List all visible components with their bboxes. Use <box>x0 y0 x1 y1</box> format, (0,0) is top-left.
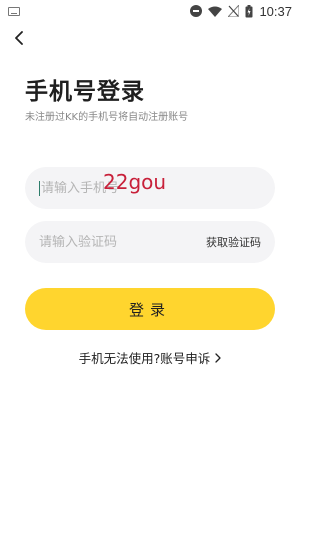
page-title: 手机号登录 <box>25 79 145 105</box>
page-subtitle: 未注册过KK的手机号将自动注册账号 <box>25 112 189 123</box>
account-appeal-link[interactable]: 手机无法使用?账号申诉 <box>0 348 300 367</box>
code-input[interactable] <box>39 234 206 250</box>
watermark-text: 22gou <box>103 170 167 194</box>
battery-charging-icon <box>245 4 253 18</box>
login-button[interactable]: 登录 <box>25 288 275 330</box>
chevron-right-icon <box>215 352 221 363</box>
text-cursor <box>39 180 40 196</box>
account-appeal-label: 手机无法使用?账号申诉 <box>78 351 211 366</box>
chevron-left-icon <box>14 30 24 49</box>
status-time: 10:37 <box>259 3 292 19</box>
get-code-button[interactable]: 获取验证码 <box>206 234 261 250</box>
do-not-disturb-icon <box>190 5 203 17</box>
status-bar: 10:37 <box>0 0 300 22</box>
code-field[interactable]: 获取验证码 <box>25 221 275 263</box>
keyboard-icon <box>8 6 20 16</box>
wifi-icon <box>208 6 223 17</box>
no-signal-icon <box>228 5 240 17</box>
back-button[interactable] <box>8 28 30 50</box>
